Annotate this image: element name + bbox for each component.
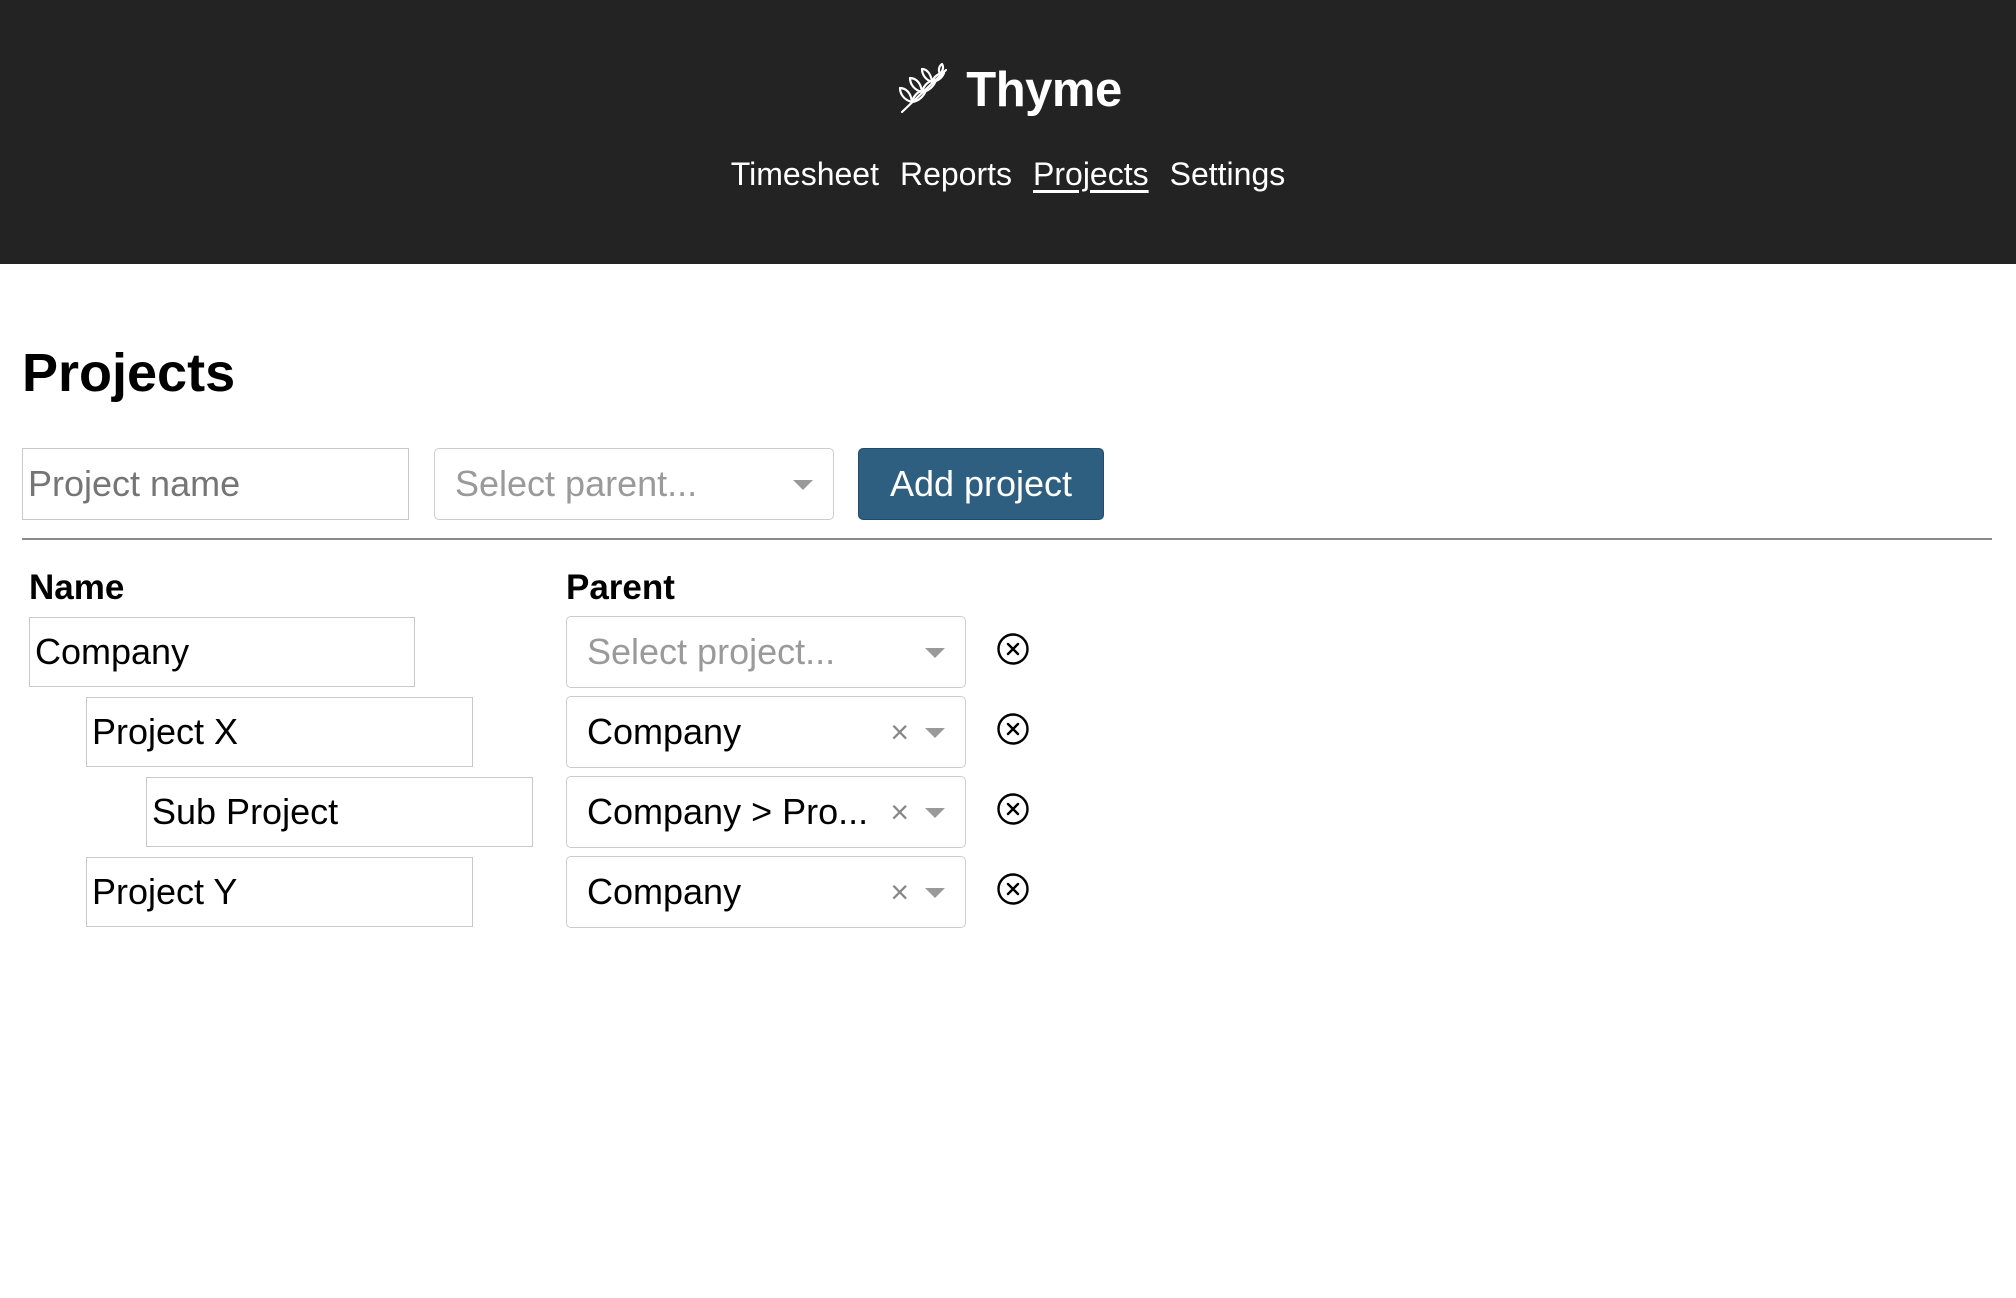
page-title: Projects xyxy=(22,343,236,403)
nav-projects[interactable]: Projects xyxy=(1033,152,1149,196)
parent-select[interactable]: Select parent... xyxy=(434,448,834,520)
brand[interactable]: Thyme xyxy=(0,60,2016,120)
parent-select[interactable]: Company × xyxy=(566,856,966,928)
circle-x-icon[interactable] xyxy=(996,872,1030,906)
parent-select[interactable]: Company × xyxy=(566,696,966,768)
chevron-down-icon[interactable] xyxy=(793,480,813,490)
thyme-leaf-icon xyxy=(899,62,948,114)
top-header: Thyme Timesheet Reports Projects Setting… xyxy=(0,0,2016,264)
circle-x-icon[interactable] xyxy=(996,632,1030,666)
project-name-field[interactable] xyxy=(146,777,533,847)
chevron-down-icon[interactable] xyxy=(925,808,945,818)
parent-select-placeholder: Select project... xyxy=(587,631,836,672)
nav-settings[interactable]: Settings xyxy=(1170,152,1286,196)
column-header-name: Name xyxy=(29,568,125,607)
parent-select-value: Company > Pro... xyxy=(587,791,869,832)
clear-icon[interactable]: × xyxy=(890,857,909,927)
column-header-parent: Parent xyxy=(566,568,675,607)
parent-select-value: Company xyxy=(587,871,742,912)
clear-icon[interactable]: × xyxy=(890,777,909,847)
add-project-button[interactable]: Add project xyxy=(858,448,1104,520)
project-name-field[interactable] xyxy=(86,857,473,927)
parent-select-value: Company xyxy=(587,711,742,752)
project-name-field[interactable] xyxy=(29,617,415,687)
nav-reports[interactable]: Reports xyxy=(900,152,1012,196)
chevron-down-icon[interactable] xyxy=(925,648,945,658)
clear-icon[interactable]: × xyxy=(890,697,909,767)
project-name-field[interactable] xyxy=(86,697,473,767)
parent-select[interactable]: Select project... xyxy=(566,616,966,688)
parent-select[interactable]: Company > Pro... × xyxy=(566,776,966,848)
app-name: Thyme xyxy=(966,63,1122,117)
circle-x-icon[interactable] xyxy=(996,792,1030,826)
circle-x-icon[interactable] xyxy=(996,712,1030,746)
chevron-down-icon[interactable] xyxy=(925,728,945,738)
parent-select-placeholder: Select parent... xyxy=(455,463,698,504)
chevron-down-icon[interactable] xyxy=(925,888,945,898)
main-nav: Timesheet Reports Projects Settings xyxy=(0,152,2016,196)
nav-timesheet[interactable]: Timesheet xyxy=(731,152,879,196)
project-name-input[interactable] xyxy=(22,448,409,520)
divider xyxy=(22,538,1992,540)
